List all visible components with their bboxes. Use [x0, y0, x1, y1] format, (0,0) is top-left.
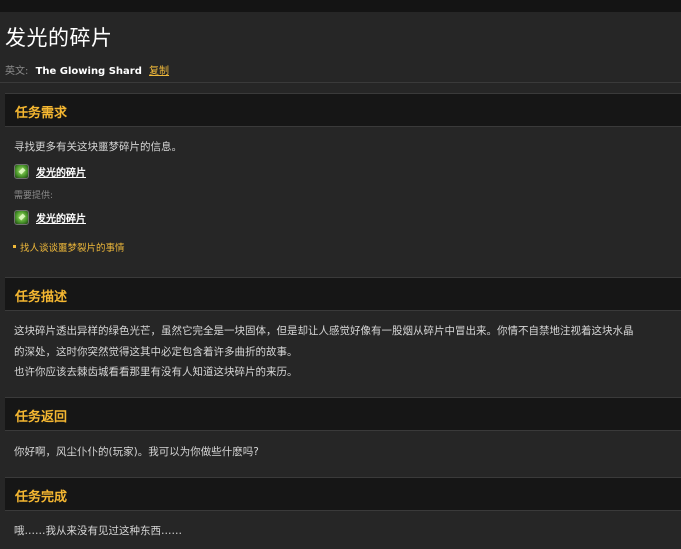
required-item[interactable]: 发光的碎片 [14, 163, 86, 179]
glowing-shard-icon [14, 163, 29, 179]
requirements-header: 任务需求 [5, 93, 681, 127]
description-header: 任务描述 [5, 277, 681, 311]
english-name: The Glowing Shard [35, 66, 142, 77]
objective-item: 找人谈谈噩梦裂片的事情 [13, 240, 125, 254]
description-line-3: 也许你应该去棘齿城看看那里有没有人知道这块碎片的来历。 [14, 366, 298, 378]
requirements-intro: 寻找更多有关这块噩梦碎片的信息。 [14, 141, 182, 153]
copy-link[interactable]: 复制 [149, 66, 169, 77]
provided-item-link[interactable]: 发光的碎片 [36, 210, 86, 225]
provided-item[interactable]: 发光的碎片 [14, 209, 86, 225]
title-divider [0, 82, 681, 83]
english-label: 英文: [5, 66, 29, 77]
requirements-header-label: 任务需求 [15, 106, 68, 121]
glowing-shard-icon [14, 209, 29, 225]
required-item-link[interactable]: 发光的碎片 [36, 164, 86, 179]
top-bar [0, 0, 681, 12]
description-line-2: 的深处，这时你突然觉得这其中必定包含着许多曲折的故事。 [14, 346, 298, 358]
completion-text: 哦……我从来没有见过这种东西…… [14, 525, 182, 537]
progress-header: 任务返回 [5, 397, 681, 431]
completion-header: 任务完成 [5, 477, 681, 511]
provided-label: 需要提供: [14, 191, 54, 201]
description-header-label: 任务描述 [15, 290, 68, 305]
progress-text: 你好啊，风尘仆仆的(玩家)。我可以为你做些什麽吗? [14, 446, 259, 458]
english-name-line: 英文: The Glowing Shard 复制 [5, 62, 169, 77]
progress-header-label: 任务返回 [15, 410, 68, 425]
description-line-1: 这块碎片透出异样的绿色光芒，虽然它完全是一块固体，但是却让人感觉好像有一股烟从碎… [14, 325, 634, 337]
page-title: 发光的碎片 [5, 26, 113, 50]
completion-header-label: 任务完成 [15, 490, 68, 505]
